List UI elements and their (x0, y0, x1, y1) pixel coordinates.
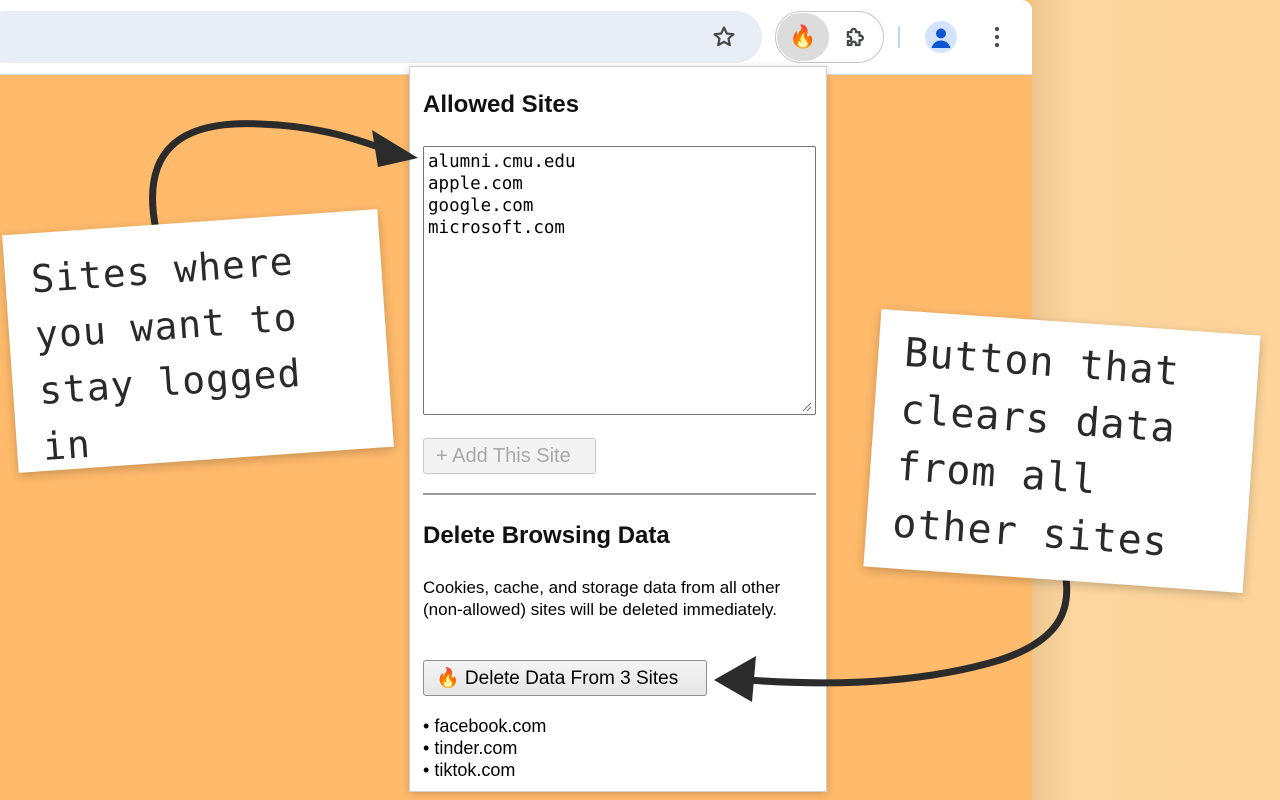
textarea-resize-handle[interactable] (800, 399, 812, 412)
star-icon[interactable] (707, 20, 741, 54)
delete-browsing-data-title: Delete Browsing Data (423, 522, 670, 549)
delete-data-button[interactable]: 🔥 Delete Data From 3 Sites (423, 660, 707, 696)
profile-avatar-icon[interactable] (925, 21, 957, 53)
sites-to-delete-list: facebook.com tinder.com tiktok.com (423, 715, 546, 781)
list-item: tiktok.com (423, 759, 546, 781)
annotation-note-allowed-sites: Sites where you want to stay logged in (2, 209, 394, 473)
extension-popup: Allowed Sites alumni.cmu.edu apple.com g… (409, 66, 827, 792)
delete-description: Cookies, cache, and storage data from al… (423, 578, 781, 619)
list-item: tinder.com (423, 737, 546, 759)
annotation-note-delete-button: Button that clears data from all other s… (863, 309, 1261, 593)
add-this-site-button[interactable]: + Add This Site (423, 438, 596, 474)
browser-toolbar: 🔥 (0, 0, 1032, 75)
allowed-sites-textarea[interactable]: alumni.cmu.edu apple.com google.com micr… (423, 146, 816, 415)
allowed-sites-title: Allowed Sites (423, 91, 580, 118)
section-divider (423, 493, 816, 495)
more-menu-icon[interactable] (984, 20, 1010, 54)
fire-extension-icon[interactable]: 🔥 (777, 13, 829, 61)
address-bar[interactable] (0, 11, 762, 63)
toolbar-divider (898, 26, 900, 48)
list-item: facebook.com (423, 715, 546, 737)
puzzle-extension-icon[interactable] (838, 20, 874, 56)
